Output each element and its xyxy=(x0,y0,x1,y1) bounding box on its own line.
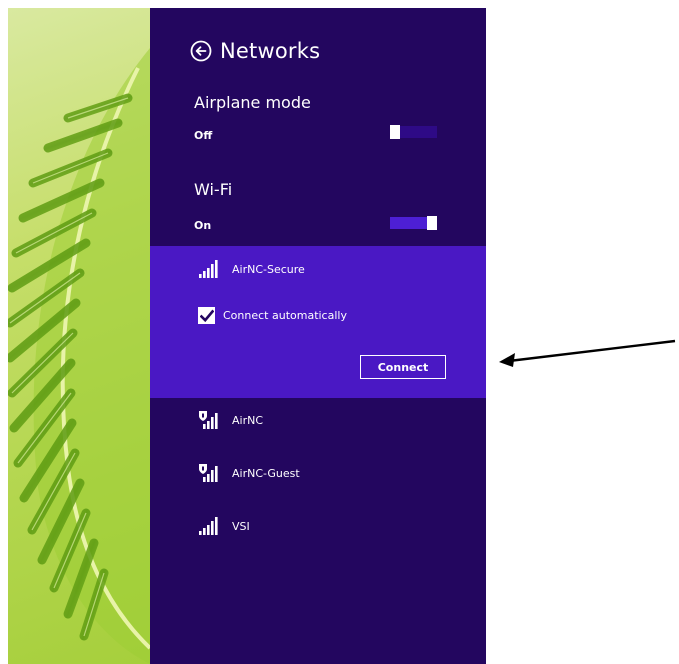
toggle-track xyxy=(400,126,437,138)
checkmark-icon xyxy=(199,309,214,322)
screenshot-frame: Networks Airplane mode Off Wi-Fi On AirN… xyxy=(8,8,486,664)
network-item-vsi[interactable]: VSI xyxy=(196,516,250,536)
wifi-label: Wi-Fi xyxy=(194,180,233,199)
desktop-wallpaper xyxy=(8,8,150,664)
airplane-mode-toggle[interactable] xyxy=(390,125,437,139)
wifi-signal-icon xyxy=(199,260,218,278)
wifi-signal-icon xyxy=(199,517,218,535)
pointer-arrow-icon xyxy=(499,339,676,367)
connect-automatically-checkbox[interactable]: Connect automatically xyxy=(198,307,347,324)
network-name: AirNC xyxy=(232,413,264,427)
leaf-image xyxy=(8,48,150,664)
network-item-airnc-guest[interactable]: AirNC-Guest xyxy=(196,463,300,483)
wifi-state: On xyxy=(194,219,212,232)
networks-panel: Networks Airplane mode Off Wi-Fi On AirN… xyxy=(150,8,486,664)
wifi-toggle[interactable] xyxy=(390,216,437,230)
toggle-thumb xyxy=(390,125,400,139)
toggle-track xyxy=(390,217,427,229)
checkbox-box[interactable] xyxy=(198,307,215,324)
network-item-airnc[interactable]: AirNC xyxy=(196,410,263,430)
airplane-mode-label: Airplane mode xyxy=(194,93,311,112)
back-arrow-icon[interactable] xyxy=(190,40,212,62)
airplane-mode-state: Off xyxy=(194,129,213,142)
connect-automatically-label: Connect automatically xyxy=(223,309,347,322)
panel-header: Networks xyxy=(190,36,320,66)
network-name: AirNC-Guest xyxy=(232,466,300,480)
network-name: VSI xyxy=(232,519,250,533)
network-name: AirNC-Secure xyxy=(232,262,305,276)
network-item-airnc-secure[interactable]: AirNC-Secure xyxy=(196,259,305,279)
wifi-shield-icon xyxy=(199,411,218,429)
toggle-thumb xyxy=(427,216,437,230)
wifi-shield-icon xyxy=(199,464,218,482)
connect-button[interactable]: Connect xyxy=(360,355,446,379)
page-title: Networks xyxy=(220,39,321,63)
